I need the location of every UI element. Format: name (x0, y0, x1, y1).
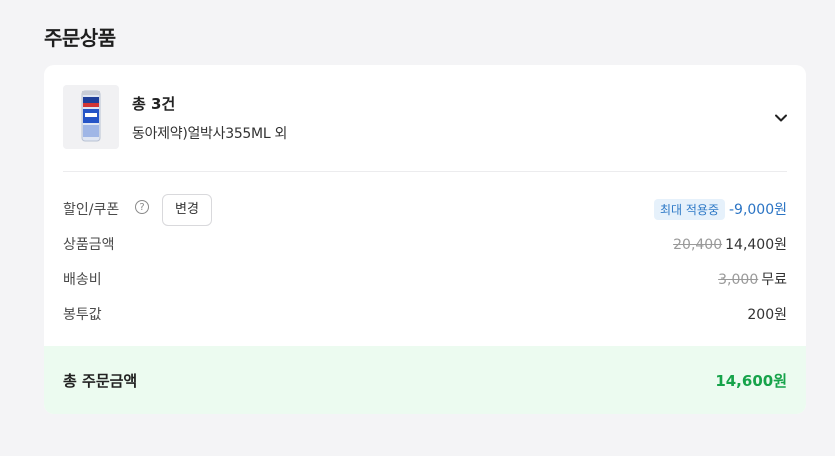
bag-fee-row: 봉투값 200원 (63, 299, 787, 325)
original-shipping-fee: 3,000 (718, 272, 759, 288)
shipping-label: 배송비 (63, 272, 102, 288)
order-summary-card: 총 3건 동아제약)얼박사355ML 외 할인/쿠폰 ? 변경 최대 적용중 -9… (44, 65, 806, 414)
beverage-can-icon (63, 85, 119, 149)
change-coupon-button[interactable]: 변경 (162, 194, 212, 226)
total-order-value: 14,600원 (715, 372, 787, 390)
max-applied-badge: 최대 적용중 (653, 199, 725, 220)
bag-fee-label: 봉투값 (63, 307, 102, 323)
discount-row: 할인/쿠폰 ? 변경 최대 적용중 -9,000원 (63, 194, 787, 226)
product-amount-value-group: 20,400 14,400원 (673, 234, 787, 254)
info-icon[interactable]: ? (135, 200, 149, 214)
discount-label: 할인/쿠폰 (63, 202, 120, 218)
product-name: 동아제약)얼박사355ML 외 (132, 126, 288, 142)
total-order-label: 총 주문금액 (63, 372, 138, 390)
section-title: 주문상품 (44, 26, 116, 50)
shipping-value-group: 3,000 무료 (718, 269, 787, 289)
product-summary-row[interactable]: 총 3건 동아제약)얼박사355ML 외 (44, 65, 806, 171)
product-amount-label: 상품금액 (63, 237, 115, 253)
discount-amount: -9,000원 (728, 202, 787, 218)
bag-fee-value: 200원 (747, 307, 787, 323)
shipping-value: 무료 (761, 272, 787, 288)
chevron-down-icon[interactable] (771, 108, 791, 128)
product-amount-value: 14,400원 (725, 237, 787, 253)
total-order-bar: 총 주문금액 14,600원 (44, 346, 806, 414)
original-product-amount: 20,400 (673, 237, 723, 253)
shipping-row: 배송비 3,000 무료 (63, 264, 787, 290)
discount-value-group: 최대 적용중 -9,000원 (653, 199, 787, 220)
divider (63, 171, 787, 172)
product-amount-row: 상품금액 20,400 14,400원 (63, 229, 787, 255)
item-count-label: 총 3건 (132, 95, 176, 113)
